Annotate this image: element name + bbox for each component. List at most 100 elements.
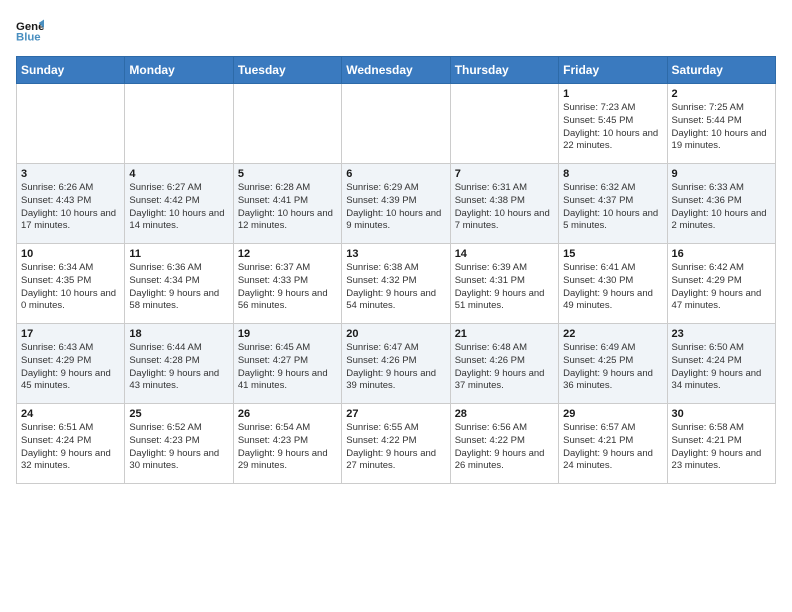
calendar-cell (17, 84, 125, 164)
day-info: Sunrise: 6:58 AM Sunset: 4:21 PM Dayligh… (672, 422, 771, 473)
day-number: 25 (129, 408, 228, 420)
weekday-header: Monday (125, 57, 233, 84)
svg-text:Blue: Blue (16, 32, 41, 44)
day-info: Sunrise: 6:49 AM Sunset: 4:25 PM Dayligh… (563, 342, 662, 393)
calendar-cell: 9 Sunrise: 6:33 AM Sunset: 4:36 PM Daylig… (667, 164, 775, 244)
calendar-week-row: 10Sunrise: 6:34 AM Sunset: 4:35 PM Dayli… (17, 244, 776, 324)
day-info: Sunrise: 6:42 AM Sunset: 4:29 PM Dayligh… (672, 262, 771, 313)
day-number: 2 (672, 88, 771, 100)
calendar-cell: 7 Sunrise: 6:31 AM Sunset: 4:38 PM Daylig… (450, 164, 558, 244)
day-number: 4 (129, 168, 228, 180)
calendar: SundayMondayTuesdayWednesdayThursdayFrid… (16, 56, 776, 484)
day-info: Sunrise: 6:31 AM Sunset: 4:38 PM Dayligh… (455, 182, 554, 233)
calendar-cell: 3 Sunrise: 6:26 AM Sunset: 4:43 PM Daylig… (17, 164, 125, 244)
day-info: Sunrise: 6:41 AM Sunset: 4:30 PM Dayligh… (563, 262, 662, 313)
day-info: Sunrise: 6:56 AM Sunset: 4:22 PM Dayligh… (455, 422, 554, 473)
calendar-cell: 16 Sunrise: 6:42 AM Sunset: 4:29 PM Dayli… (667, 244, 775, 324)
logo: General Blue (16, 16, 48, 44)
day-info: Sunrise: 6:38 AM Sunset: 4:32 PM Dayligh… (346, 262, 445, 313)
calendar-cell: 10Sunrise: 6:34 AM Sunset: 4:35 PM Dayli… (17, 244, 125, 324)
day-info: Sunrise: 6:27 AM Sunset: 4:42 PM Dayligh… (129, 182, 228, 233)
day-number: 7 (455, 168, 554, 180)
day-info: Sunrise: 6:50 AM Sunset: 4:24 PM Dayligh… (672, 342, 771, 393)
calendar-cell: 15 Sunrise: 6:41 AM Sunset: 4:30 PM Dayli… (559, 244, 667, 324)
day-number: 19 (238, 328, 337, 340)
calendar-cell: 18 Sunrise: 6:44 AM Sunset: 4:28 PM Dayli… (125, 324, 233, 404)
day-number: 6 (346, 168, 445, 180)
weekday-header: Friday (559, 57, 667, 84)
weekday-header: Wednesday (342, 57, 450, 84)
day-info: Sunrise: 6:33 AM Sunset: 4:36 PM Dayligh… (672, 182, 771, 233)
calendar-cell: 2 Sunrise: 7:25 AM Sunset: 5:44 PM Daylig… (667, 84, 775, 164)
calendar-cell: 25 Sunrise: 6:52 AM Sunset: 4:23 PM Dayli… (125, 404, 233, 484)
day-number: 16 (672, 248, 771, 260)
day-info: Sunrise: 6:45 AM Sunset: 4:27 PM Dayligh… (238, 342, 337, 393)
calendar-cell: 26 Sunrise: 6:54 AM Sunset: 4:23 PM Dayli… (233, 404, 341, 484)
day-info: Sunrise: 6:36 AM Sunset: 4:34 PM Dayligh… (129, 262, 228, 313)
day-info: Sunrise: 6:44 AM Sunset: 4:28 PM Dayligh… (129, 342, 228, 393)
day-info: Sunrise: 6:28 AM Sunset: 4:41 PM Dayligh… (238, 182, 337, 233)
weekday-header: Thursday (450, 57, 558, 84)
day-number: 13 (346, 248, 445, 260)
day-info: Sunrise: 7:25 AM Sunset: 5:44 PM Dayligh… (672, 102, 771, 153)
calendar-cell: 14Sunrise: 6:39 AM Sunset: 4:31 PM Dayli… (450, 244, 558, 324)
day-info: Sunrise: 6:55 AM Sunset: 4:22 PM Dayligh… (346, 422, 445, 473)
day-number: 12 (238, 248, 337, 260)
logo-icon: General Blue (16, 16, 44, 44)
calendar-cell: 11 Sunrise: 6:36 AM Sunset: 4:34 PM Dayli… (125, 244, 233, 324)
day-number: 17 (21, 328, 120, 340)
day-number: 24 (21, 408, 120, 420)
calendar-cell: 27 Sunrise: 6:55 AM Sunset: 4:22 PM Dayli… (342, 404, 450, 484)
day-number: 18 (129, 328, 228, 340)
day-info: Sunrise: 6:26 AM Sunset: 4:43 PM Dayligh… (21, 182, 120, 233)
day-number: 8 (563, 168, 662, 180)
weekday-header: Saturday (667, 57, 775, 84)
day-number: 15 (563, 248, 662, 260)
day-number: 22 (563, 328, 662, 340)
day-number: 9 (672, 168, 771, 180)
day-info: Sunrise: 6:43 AM Sunset: 4:29 PM Dayligh… (21, 342, 120, 393)
calendar-cell: 30 Sunrise: 6:58 AM Sunset: 4:21 PM Dayli… (667, 404, 775, 484)
day-number: 20 (346, 328, 445, 340)
calendar-cell: 5Sunrise: 6:28 AM Sunset: 4:41 PM Daylig… (233, 164, 341, 244)
day-info: Sunrise: 6:54 AM Sunset: 4:23 PM Dayligh… (238, 422, 337, 473)
day-number: 23 (672, 328, 771, 340)
day-info: Sunrise: 6:32 AM Sunset: 4:37 PM Dayligh… (563, 182, 662, 233)
day-info: Sunrise: 6:52 AM Sunset: 4:23 PM Dayligh… (129, 422, 228, 473)
day-info: Sunrise: 6:37 AM Sunset: 4:33 PM Dayligh… (238, 262, 337, 313)
calendar-cell: 4 Sunrise: 6:27 AM Sunset: 4:42 PM Daylig… (125, 164, 233, 244)
calendar-cell: 17 Sunrise: 6:43 AM Sunset: 4:29 PM Dayli… (17, 324, 125, 404)
day-number: 29 (563, 408, 662, 420)
calendar-cell: 28 Sunrise: 6:56 AM Sunset: 4:22 PM Dayli… (450, 404, 558, 484)
day-info: Sunrise: 6:47 AM Sunset: 4:26 PM Dayligh… (346, 342, 445, 393)
weekday-header: Tuesday (233, 57, 341, 84)
calendar-cell: 12 Sunrise: 6:37 AM Sunset: 4:33 PM Dayli… (233, 244, 341, 324)
day-number: 3 (21, 168, 120, 180)
day-info: Sunrise: 6:48 AM Sunset: 4:26 PM Dayligh… (455, 342, 554, 393)
day-number: 27 (346, 408, 445, 420)
calendar-cell: 21Sunrise: 6:48 AM Sunset: 4:26 PM Dayli… (450, 324, 558, 404)
calendar-cell: 24Sunrise: 6:51 AM Sunset: 4:24 PM Dayli… (17, 404, 125, 484)
calendar-cell: 1 Sunrise: 7:23 AM Sunset: 5:45 PM Daylig… (559, 84, 667, 164)
day-info: Sunrise: 6:29 AM Sunset: 4:39 PM Dayligh… (346, 182, 445, 233)
day-number: 10 (21, 248, 120, 260)
day-info: Sunrise: 7:23 AM Sunset: 5:45 PM Dayligh… (563, 102, 662, 153)
calendar-week-row: 1 Sunrise: 7:23 AM Sunset: 5:45 PM Daylig… (17, 84, 776, 164)
calendar-week-row: 24Sunrise: 6:51 AM Sunset: 4:24 PM Dayli… (17, 404, 776, 484)
calendar-cell: 22 Sunrise: 6:49 AM Sunset: 4:25 PM Dayli… (559, 324, 667, 404)
weekday-header: Sunday (17, 57, 125, 84)
calendar-cell: 19 Sunrise: 6:45 AM Sunset: 4:27 PM Dayli… (233, 324, 341, 404)
day-number: 30 (672, 408, 771, 420)
page-header: General Blue (16, 16, 776, 44)
day-number: 11 (129, 248, 228, 260)
day-number: 28 (455, 408, 554, 420)
calendar-cell (342, 84, 450, 164)
calendar-week-row: 3 Sunrise: 6:26 AM Sunset: 4:43 PM Daylig… (17, 164, 776, 244)
day-info: Sunrise: 6:39 AM Sunset: 4:31 PM Dayligh… (455, 262, 554, 313)
day-number: 1 (563, 88, 662, 100)
calendar-cell: 20 Sunrise: 6:47 AM Sunset: 4:26 PM Dayli… (342, 324, 450, 404)
calendar-cell: 13 Sunrise: 6:38 AM Sunset: 4:32 PM Dayli… (342, 244, 450, 324)
calendar-cell (450, 84, 558, 164)
calendar-cell: 8 Sunrise: 6:32 AM Sunset: 4:37 PM Daylig… (559, 164, 667, 244)
day-number: 26 (238, 408, 337, 420)
